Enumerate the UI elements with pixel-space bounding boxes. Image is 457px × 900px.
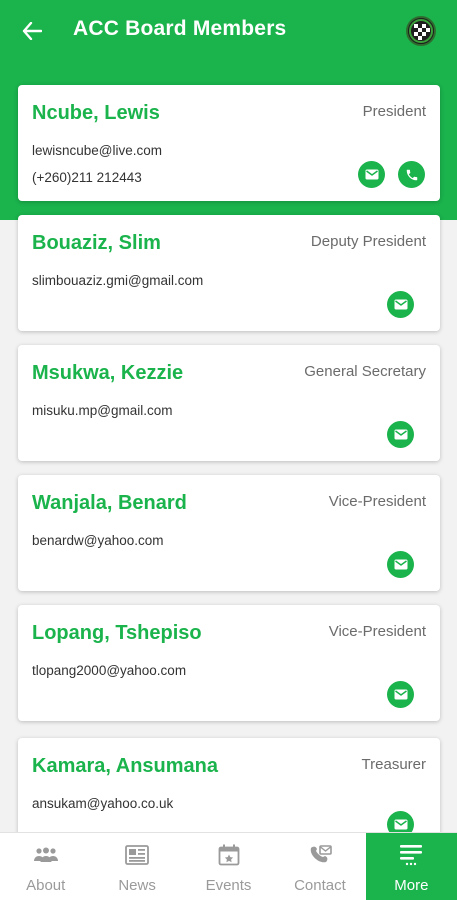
mail-icon: [365, 169, 378, 180]
member-email: tlopang2000@yahoo.com: [32, 663, 187, 678]
member-role: Vice-President: [328, 623, 426, 640]
member-name: Ncube, Lewis: [32, 102, 160, 124]
member-name: Wanjala, Benard: [32, 492, 187, 514]
member-role: General Secretary: [304, 363, 426, 380]
phone-icon: [406, 169, 417, 180]
email-button[interactable]: [387, 291, 414, 318]
board-members-list[interactable]: Ncube, Lewis President lewisncube@live.c…: [0, 0, 457, 832]
newspaper-icon: [124, 843, 150, 867]
mail-icon: [394, 299, 407, 310]
menu-icon: [398, 843, 424, 867]
member-card: Lopang, Tshepiso Vice-President tlopang2…: [18, 605, 440, 721]
nav-item-about[interactable]: About: [0, 833, 91, 900]
member-phone: (+260)211 212443: [32, 170, 142, 185]
people-icon: [33, 843, 59, 867]
mail-icon: [394, 429, 407, 440]
nav-label: Events: [205, 877, 252, 894]
member-name: Lopang, Tshepiso: [32, 622, 202, 644]
member-email: misuku.mp@gmail.com: [32, 403, 173, 418]
member-role: Deputy President: [310, 233, 426, 250]
nav-label: More: [394, 877, 429, 894]
member-card: Wanjala, Benard Vice-President benardw@y…: [18, 475, 440, 591]
email-button[interactable]: [387, 551, 414, 578]
nav-label: About: [26, 877, 66, 894]
arrow-left-icon: [22, 22, 42, 40]
member-name: Msukwa, Kezzie: [32, 362, 184, 384]
email-button[interactable]: [387, 811, 414, 832]
contact-icon: [307, 843, 333, 867]
member-card: Msukwa, Kezzie General Secretary misuku.…: [18, 345, 440, 461]
back-button[interactable]: [18, 17, 46, 45]
bottom-navigation: About News Events Contact More: [0, 832, 457, 900]
member-role: Vice-President: [328, 493, 426, 510]
mail-icon: [394, 689, 407, 700]
nav-label: News: [118, 877, 156, 894]
chess-club-logo: [406, 16, 436, 46]
member-email: lewisncube@live.com: [32, 143, 163, 158]
mail-icon: [394, 559, 407, 570]
nav-item-news[interactable]: News: [91, 833, 182, 900]
member-email: slimbouaziz.gmi@gmail.com: [32, 273, 204, 288]
member-email: benardw@yahoo.com: [32, 533, 164, 548]
mail-icon: [394, 819, 407, 830]
nav-item-events[interactable]: Events: [183, 833, 274, 900]
nav-item-contact[interactable]: Contact: [274, 833, 365, 900]
member-email: ansukam@yahoo.co.uk: [32, 796, 174, 811]
nav-label: Contact: [294, 877, 346, 894]
member-name: Kamara, Ansumana: [32, 755, 218, 777]
member-role: Treasurer: [361, 756, 426, 773]
email-button[interactable]: [358, 161, 385, 188]
call-button[interactable]: [398, 161, 425, 188]
email-button[interactable]: [387, 421, 414, 448]
member-card: Bouaziz, Slim Deputy President slimbouaz…: [18, 215, 440, 331]
member-name: Bouaziz, Slim: [32, 232, 161, 254]
calendar-icon: [216, 843, 242, 867]
member-role: President: [362, 103, 426, 120]
member-card: Ncube, Lewis President lewisncube@live.c…: [18, 85, 440, 201]
email-button[interactable]: [387, 681, 414, 708]
nav-item-more[interactable]: More: [365, 833, 457, 900]
member-card: Kamara, Ansumana Treasurer ansukam@yahoo…: [18, 738, 440, 832]
page-title: ACC Board Members: [73, 17, 287, 40]
